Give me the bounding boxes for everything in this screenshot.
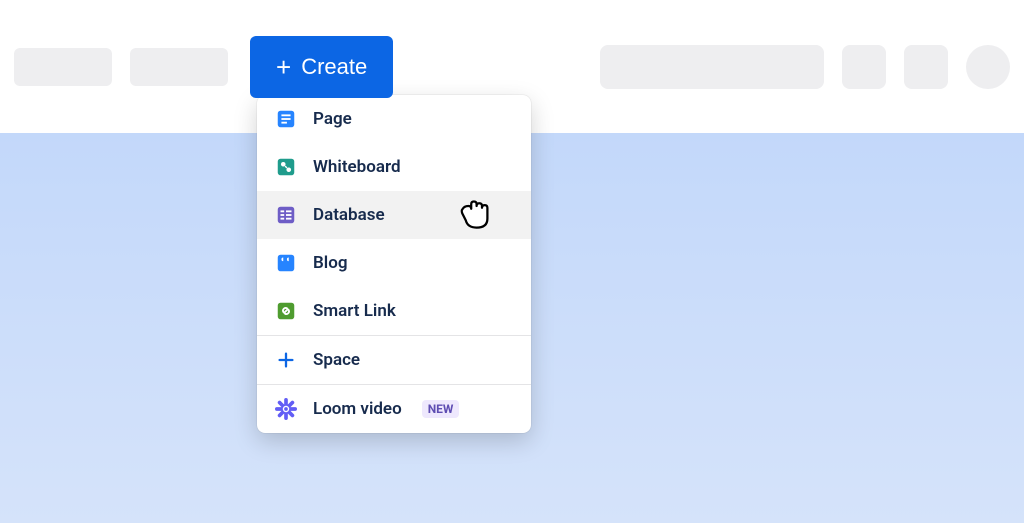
topbar: + Create [0,0,1024,133]
create-button[interactable]: + Create [250,36,393,98]
database-icon [275,204,297,226]
menu-item-blog[interactable]: Blog [257,239,531,287]
menu-item-label: Database [313,205,385,225]
placeholder-logo [14,48,112,86]
menu-item-whiteboard[interactable]: Whiteboard [257,143,531,191]
menu-group-2: Space [257,336,531,385]
menu-item-database[interactable]: Database [257,191,531,239]
placeholder-action-2[interactable] [904,45,948,89]
menu-item-label: Loom video [313,399,402,419]
create-label: Create [301,54,367,80]
menu-item-label: Space [313,350,360,370]
whiteboard-icon [275,156,297,178]
placeholder-action-1[interactable] [842,45,886,89]
placeholder-avatar[interactable] [966,45,1010,89]
menu-group-3: Loom video NEW [257,385,531,433]
menu-item-loom[interactable]: Loom video NEW [257,385,531,433]
menu-item-space[interactable]: Space [257,336,531,384]
cursor-icon [455,197,491,237]
plus-icon [275,349,297,371]
placeholder-search[interactable] [600,45,824,89]
loom-icon [275,398,297,420]
create-dropdown: Page Whiteboard Database [257,95,531,433]
link-icon [275,300,297,322]
new-badge: NEW [422,400,460,418]
menu-item-label: Smart Link [313,301,396,321]
menu-item-smartlink[interactable]: Smart Link [257,287,531,335]
placeholder-nav [130,48,228,86]
menu-item-label: Blog [313,253,348,273]
blog-icon [275,252,297,274]
menu-item-label: Whiteboard [313,157,401,177]
plus-icon: + [276,54,291,80]
